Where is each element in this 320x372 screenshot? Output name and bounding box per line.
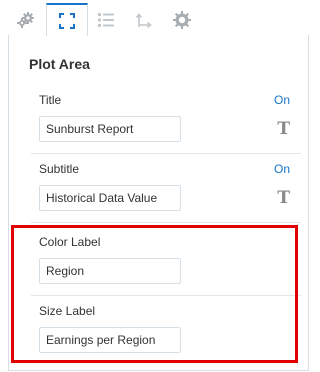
title-toggle[interactable]: On <box>274 93 290 107</box>
tab-axis[interactable] <box>124 4 164 36</box>
color-label-label: Color Label <box>39 235 101 249</box>
panel-title: Plot Area <box>29 56 90 72</box>
tab-strip <box>0 0 317 36</box>
size-label-field[interactable]: Earnings per Region <box>39 327 181 353</box>
tab-plot-area[interactable] <box>46 3 88 36</box>
tab-chart-style[interactable] <box>162 4 202 36</box>
subtitle-field[interactable]: Historical Data Value <box>39 185 181 211</box>
subtitle-label: Subtitle <box>39 162 80 176</box>
plot-area-panel: Plot Area Title On Sunburst Report T Sub… <box>8 35 309 371</box>
gears-icon <box>17 12 34 28</box>
subtitle-font-icon[interactable]: T <box>277 188 290 208</box>
size-label-label: Size Label <box>39 304 96 318</box>
title-label: Title <box>39 93 62 107</box>
divider <box>31 222 301 223</box>
divider <box>31 153 301 154</box>
title-field[interactable]: Sunburst Report <box>39 116 181 142</box>
color-label-field[interactable]: Region <box>39 258 181 284</box>
plot-area-icon <box>59 12 75 29</box>
tab-settings[interactable] <box>6 4 46 36</box>
divider <box>31 295 301 296</box>
title-font-icon[interactable]: T <box>277 119 290 139</box>
tab-list[interactable] <box>86 4 126 36</box>
axis-arrows-icon <box>136 13 152 28</box>
gear-circle-icon <box>173 11 191 29</box>
subtitle-toggle[interactable]: On <box>274 162 290 176</box>
list-icon <box>98 13 114 27</box>
